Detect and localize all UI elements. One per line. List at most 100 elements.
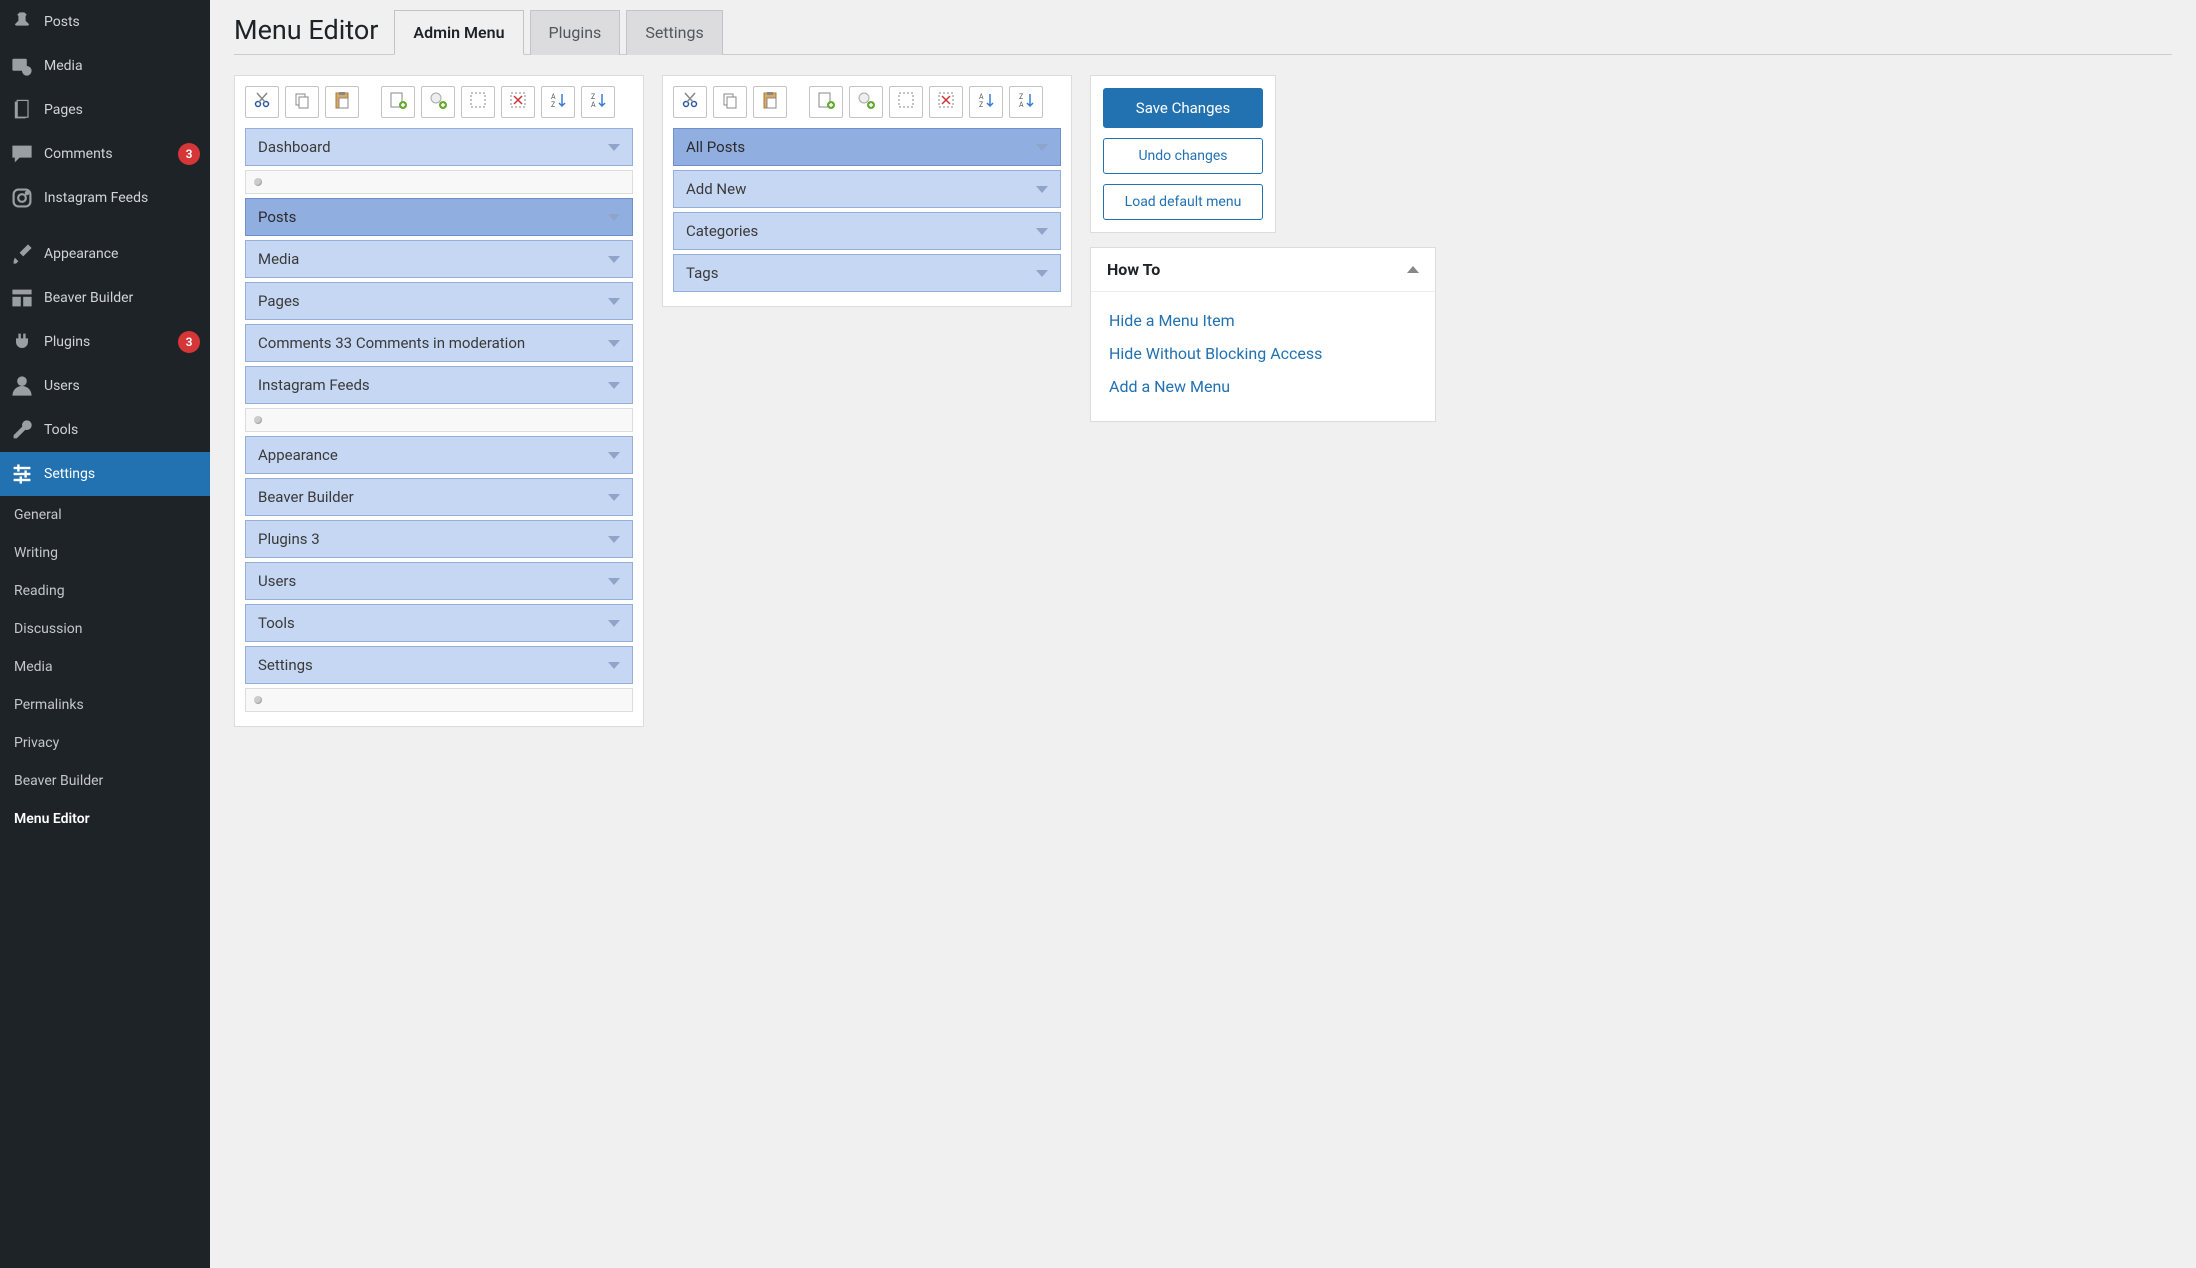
svg-text:A: A (591, 101, 596, 109)
sidebar-subitem-writing[interactable]: Writing (0, 534, 210, 572)
hide-button[interactable] (461, 86, 495, 118)
expand-icon[interactable] (608, 256, 620, 263)
save-button[interactable]: Save Changes (1103, 88, 1263, 128)
sidebar-subitem-reading[interactable]: Reading (0, 572, 210, 610)
sort-asc-icon: AZ (976, 90, 996, 114)
sidebar-item-label: Tools (44, 422, 200, 438)
sidebar-item-media[interactable]: Media (0, 44, 210, 88)
submenu-item[interactable]: All Posts (673, 128, 1061, 166)
delete-button[interactable] (501, 86, 535, 118)
new-separator-icon (428, 90, 448, 114)
menu-item-label: Plugins 3 (258, 530, 320, 548)
paste-button[interactable] (325, 86, 359, 118)
submenu-item[interactable]: Categories (673, 212, 1061, 250)
expand-icon[interactable] (608, 662, 620, 669)
load-default-button[interactable]: Load default menu (1103, 184, 1263, 220)
tab-plugins[interactable]: Plugins (530, 10, 621, 55)
menu-item[interactable]: Plugins 3 (245, 520, 633, 558)
menu-item-label: Settings (258, 656, 313, 674)
paste-button[interactable] (753, 86, 787, 118)
expand-icon[interactable] (1036, 270, 1048, 277)
sidebar-item-label: Comments (44, 146, 172, 162)
sidebar-subitem-discussion[interactable]: Discussion (0, 610, 210, 648)
sidebar-subitem-privacy[interactable]: Privacy (0, 724, 210, 762)
sidebar-item-settings[interactable]: Settings (0, 452, 210, 496)
expand-icon[interactable] (608, 578, 620, 585)
menu-separator[interactable] (245, 688, 633, 712)
new-separator-button[interactable] (849, 86, 883, 118)
sort-asc-icon: AZ (548, 90, 568, 114)
menu-item[interactable]: Posts (245, 198, 633, 236)
svg-text:A: A (979, 93, 984, 101)
sort-asc-button[interactable]: AZ (541, 86, 575, 118)
media-icon (10, 54, 34, 78)
expand-icon[interactable] (608, 382, 620, 389)
tab-settings[interactable]: Settings (626, 10, 722, 55)
menu-separator[interactable] (245, 170, 633, 194)
howto-link[interactable]: Hide a Menu Item (1109, 304, 1417, 337)
expand-icon[interactable] (608, 620, 620, 627)
svg-text:Z: Z (551, 101, 555, 109)
copy-button[interactable] (713, 86, 747, 118)
sidebar-item-tools[interactable]: Tools (0, 408, 210, 452)
cut-button[interactable] (673, 86, 707, 118)
sidebar-item-comments[interactable]: Comments3 (0, 132, 210, 176)
howto-link[interactable]: Hide Without Blocking Access (1109, 337, 1417, 370)
sidebar-subitem-general[interactable]: General (0, 496, 210, 534)
menu-item-label: Beaver Builder (258, 488, 354, 506)
sidebar-item-beaver-builder[interactable]: Beaver Builder (0, 276, 210, 320)
expand-icon[interactable] (608, 298, 620, 305)
menu-item-label: Pages (258, 292, 300, 310)
sort-desc-button[interactable]: ZA (1009, 86, 1043, 118)
menu-item[interactable]: Beaver Builder (245, 478, 633, 516)
layout-icon (10, 286, 34, 310)
sidebar-subitem-beaver-builder[interactable]: Beaver Builder (0, 762, 210, 800)
sidebar-subitem-permalinks[interactable]: Permalinks (0, 686, 210, 724)
hide-button[interactable] (889, 86, 923, 118)
sub-toolbar: AZ ZA (673, 86, 1061, 118)
expand-icon[interactable] (1036, 228, 1048, 235)
expand-icon[interactable] (608, 536, 620, 543)
expand-icon[interactable] (1036, 144, 1048, 151)
menu-item[interactable]: Tools (245, 604, 633, 642)
howto-link[interactable]: Add a New Menu (1109, 370, 1417, 403)
new-menu-button[interactable] (809, 86, 843, 118)
submenu-item[interactable]: Tags (673, 254, 1061, 292)
menu-item[interactable]: Media (245, 240, 633, 278)
sidebar-subitem-menu-editor[interactable]: Menu Editor (0, 800, 210, 838)
submenu-item[interactable]: Add New (673, 170, 1061, 208)
menu-item[interactable]: Dashboard (245, 128, 633, 166)
menu-item[interactable]: Pages (245, 282, 633, 320)
delete-button[interactable] (929, 86, 963, 118)
menu-item[interactable]: Settings (245, 646, 633, 684)
sidebar-item-instagram-feeds[interactable]: Instagram Feeds (0, 176, 210, 220)
copy-button[interactable] (285, 86, 319, 118)
sort-asc-button[interactable]: AZ (969, 86, 1003, 118)
menu-item[interactable]: Instagram Feeds (245, 366, 633, 404)
expand-icon[interactable] (608, 494, 620, 501)
undo-button[interactable]: Undo changes (1103, 138, 1263, 174)
submenu-item-label: Categories (686, 222, 758, 240)
sidebar-item-plugins[interactable]: Plugins3 (0, 320, 210, 364)
sidebar-item-users[interactable]: Users (0, 364, 210, 408)
tab-admin-menu[interactable]: Admin Menu (394, 10, 523, 55)
menu-separator[interactable] (245, 408, 633, 432)
menu-item[interactable]: Comments 33 Comments in moderation (245, 324, 633, 362)
expand-icon[interactable] (1036, 186, 1048, 193)
expand-icon[interactable] (608, 340, 620, 347)
expand-icon[interactable] (608, 452, 620, 459)
sidebar-subitem-media[interactable]: Media (0, 648, 210, 686)
sidebar-item-posts[interactable]: Posts (0, 0, 210, 44)
expand-icon[interactable] (608, 214, 620, 221)
sidebar-item-pages[interactable]: Pages (0, 88, 210, 132)
new-separator-button[interactable] (421, 86, 455, 118)
action-box: Save Changes Undo changes Load default m… (1090, 75, 1276, 233)
sidebar-item-appearance[interactable]: Appearance (0, 232, 210, 276)
collapse-icon[interactable] (1407, 266, 1419, 273)
sort-desc-button[interactable]: ZA (581, 86, 615, 118)
menu-item[interactable]: Appearance (245, 436, 633, 474)
menu-item[interactable]: Users (245, 562, 633, 600)
new-menu-button[interactable] (381, 86, 415, 118)
cut-button[interactable] (245, 86, 279, 118)
expand-icon[interactable] (608, 144, 620, 151)
